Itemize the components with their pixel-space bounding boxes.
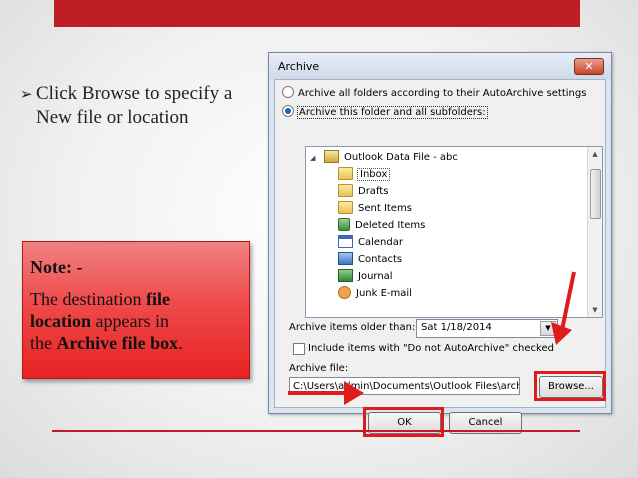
date-value: Sat 1/18/2014 — [421, 322, 492, 333]
data-file-icon — [324, 149, 339, 163]
tree-item-calendar[interactable]: Calendar — [338, 234, 403, 251]
footer-divider — [52, 430, 580, 432]
older-than-date-select[interactable]: Sat 1/18/2014 ▼ — [416, 319, 558, 338]
contacts-icon — [338, 251, 353, 265]
journal-icon — [338, 268, 353, 282]
dialog-titlebar[interactable]: Archive ✕ — [269, 53, 611, 79]
tree-item-deleted-items[interactable]: Deleted Items — [338, 217, 426, 234]
tree-item-label: Sent Items — [358, 203, 412, 214]
scrollbar-thumb[interactable] — [590, 169, 601, 219]
radio-archive-all[interactable]: Archive all folders according to their A… — [282, 86, 587, 101]
folder-tree[interactable]: ◢ Outlook Data File - abc Inbox Drafts Se… — [305, 146, 603, 318]
folder-icon — [338, 166, 353, 180]
scroll-down-arrow-icon[interactable]: ▼ — [588, 303, 602, 317]
include-checkbox-label: Include items with "Do not AutoArchive" … — [308, 343, 554, 354]
dialog-title: Archive — [278, 60, 320, 73]
tree-item-inbox[interactable]: Inbox — [338, 166, 391, 183]
tree-item-label: Deleted Items — [355, 220, 426, 231]
tree-item-label: Journal — [358, 271, 393, 282]
archive-dialog: Archive ✕ Archive all folders according … — [268, 52, 612, 437]
note-bold-text: Archive file box — [56, 333, 179, 353]
note-bold-text: location — [30, 311, 91, 331]
tree-scrollbar[interactable]: ▲ ▼ — [587, 147, 602, 317]
tree-item-sent-items[interactable]: Sent Items — [338, 200, 412, 217]
title-bar-accent — [54, 0, 580, 27]
arrow-bullet-icon: ➢ — [20, 85, 33, 103]
tree-root-label: Outlook Data File - abc — [344, 152, 458, 163]
note-bold-text: file — [145, 289, 170, 309]
tree-item-label: Drafts — [358, 186, 389, 197]
note-text: The destination — [30, 289, 146, 309]
note-box: Note: - The destination file location ap… — [22, 241, 250, 379]
note-text: . — [178, 333, 183, 353]
radio-button-selected[interactable] — [282, 105, 294, 117]
bullet-point: ➢ Click Browse to specify a New file or … — [20, 82, 265, 130]
radio-archive-this-folder[interactable]: Archive this folder and all subfolders: — [282, 105, 488, 120]
collapse-arrow-icon[interactable]: ◢ — [310, 150, 318, 166]
older-than-label: Archive items older than: — [289, 322, 416, 333]
radio-button[interactable] — [282, 86, 294, 98]
tree-item-label: Calendar — [358, 237, 403, 248]
junk-icon — [338, 285, 351, 299]
tree-root[interactable]: ◢ Outlook Data File - abc — [310, 149, 458, 166]
ok-highlight-box — [363, 407, 444, 437]
note-title: Note: - — [30, 257, 83, 277]
dialog-content: Archive all folders according to their A… — [274, 79, 606, 437]
tree-item-label: Junk E-mail — [356, 288, 412, 299]
tree-item-label: Inbox — [356, 168, 391, 181]
close-button[interactable]: ✕ — [574, 58, 604, 75]
tree-item-label: Contacts — [358, 254, 403, 265]
radio-label: Archive all folders according to their A… — [298, 88, 587, 99]
trash-icon — [338, 217, 350, 231]
tree-item-drafts[interactable]: Drafts — [338, 183, 389, 200]
sent-folder-icon — [338, 200, 353, 214]
tree-item-contacts[interactable]: Contacts — [338, 251, 403, 268]
archive-file-input[interactable]: C:\Users\admin\Documents\Outlook Files\a… — [289, 377, 520, 395]
note-text: the — [30, 333, 57, 353]
note-body: The destination file location appears in… — [30, 288, 245, 354]
browse-highlight-box — [534, 371, 606, 401]
dropdown-arrow-icon[interactable]: ▼ — [540, 321, 556, 336]
include-checkbox[interactable] — [293, 343, 305, 355]
note-text: appears in — [91, 311, 169, 331]
scroll-up-arrow-icon[interactable]: ▲ — [588, 147, 602, 161]
archive-file-label: Archive file: — [289, 363, 349, 374]
drafts-folder-icon — [338, 183, 353, 197]
tree-item-junk-email[interactable]: Junk E-mail — [338, 285, 412, 302]
radio-label: Archive this folder and all subfolders: — [297, 106, 488, 119]
calendar-icon — [338, 234, 353, 248]
tree-item-journal[interactable]: Journal — [338, 268, 393, 285]
bullet-text: Click Browse to specify a New file or lo… — [36, 83, 233, 128]
